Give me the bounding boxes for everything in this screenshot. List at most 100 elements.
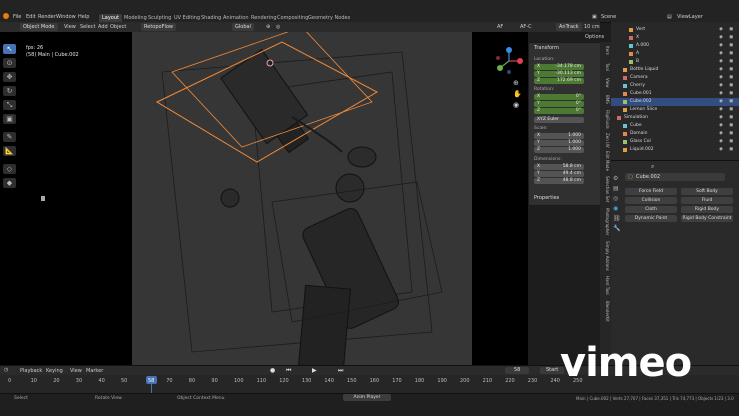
props-tab-physics-icon[interactable]: ◉ — [613, 205, 618, 212]
outliner-row[interactable]: Domain ◉ ▣ — [611, 130, 739, 138]
tab-photographer[interactable]: Photographer — [601, 206, 610, 238]
outliner-row[interactable]: Camera ◉ ▣ — [611, 74, 739, 82]
visibility-eye-icon[interactable]: ◉ — [719, 114, 723, 122]
dynamic-paint-button[interactable]: Dynamic Paint — [625, 215, 677, 222]
render-camera-icon[interactable]: ▣ — [729, 50, 733, 58]
visibility-eye-icon[interactable]: ◉ — [719, 74, 723, 82]
render-camera-icon[interactable]: ▣ — [729, 82, 733, 90]
tab-item[interactable]: Item — [601, 44, 610, 58]
visibility-eye-icon[interactable]: ◉ — [719, 130, 723, 138]
force-field-button[interactable]: Force Field — [625, 188, 677, 195]
scale-z-field[interactable]: Z 1.000 — [534, 147, 584, 153]
render-camera-icon[interactable]: ▣ — [729, 42, 733, 50]
render-camera-icon[interactable]: ▣ — [729, 122, 733, 130]
outliner-row[interactable]: Cube ◉ ▣ — [611, 122, 739, 130]
outliner-row[interactable]: Cherry ◉ ▣ — [611, 82, 739, 90]
visibility-eye-icon[interactable]: ◉ — [719, 50, 723, 58]
menu-render[interactable]: Render — [38, 14, 56, 20]
visibility-eye-icon[interactable]: ◉ — [719, 26, 723, 34]
location-z-field[interactable]: Z 172.69 cm — [534, 78, 584, 84]
add-cube-tool-icon[interactable]: ◇ — [3, 164, 16, 174]
tab-hard-tool[interactable]: Hard Tool — [601, 274, 610, 296]
scene-selector[interactable]: Scene — [601, 14, 616, 20]
props-tab-render-icon[interactable]: ▤ — [613, 185, 619, 192]
outliner-row[interactable]: Liquid.002 ◉ ▣ — [611, 146, 739, 154]
snap-icon[interactable]: ⊕ — [266, 24, 270, 30]
tab-simply-addons[interactable]: Simply Addons — [601, 240, 610, 272]
props-tab-tool-icon[interactable]: ⚙ — [613, 175, 618, 182]
search-icon[interactable]: ⌕ — [651, 163, 654, 171]
tab-flipfluids[interactable]: FlipFluids — [601, 108, 610, 130]
outliner-row[interactable]: X ◉ ▣ — [611, 34, 739, 42]
blender-logo-icon[interactable] — [3, 13, 9, 19]
visibility-eye-icon[interactable]: ◉ — [719, 90, 723, 98]
timeline-editor-icon[interactable]: ◷ — [4, 367, 8, 373]
render-camera-icon[interactable]: ▣ — [729, 106, 733, 114]
dimension-y-field[interactable]: Y 49.4 cm — [534, 171, 584, 177]
render-camera-icon[interactable]: ▣ — [729, 66, 733, 74]
location-y-field[interactable]: Y -30.113 cm — [534, 71, 584, 77]
visibility-eye-icon[interactable]: ◉ — [719, 58, 723, 66]
visibility-eye-icon[interactable]: ◉ — [719, 66, 723, 74]
render-camera-icon[interactable]: ▣ — [729, 146, 733, 154]
visibility-eye-icon[interactable]: ◉ — [719, 42, 723, 50]
current-frame-field[interactable]: 58 — [505, 367, 529, 374]
visibility-eye-icon[interactable]: ◉ — [719, 146, 723, 154]
af-button[interactable]: AF — [497, 24, 503, 30]
scale-tool-icon[interactable]: ⤡ — [3, 100, 16, 110]
rotation-x-field[interactable]: X 0° — [534, 94, 584, 100]
select-tool-icon[interactable]: ↖ — [3, 44, 16, 54]
scene-icon[interactable]: ▣ — [592, 14, 597, 20]
menu-add[interactable]: Add — [98, 24, 108, 30]
outliner-row[interactable]: Cube.002 ◉ ▣ — [611, 98, 739, 106]
tab-geometry-nodes[interactable]: Geometry Nodes — [305, 14, 353, 22]
camera-view-icon[interactable]: ◉ — [513, 101, 519, 109]
tab-sculpting[interactable]: Sculpting — [145, 14, 174, 22]
proportional-icon[interactable]: ◎ — [276, 24, 280, 30]
menu-window[interactable]: Window — [56, 14, 76, 20]
tab-view[interactable]: View — [601, 76, 610, 90]
zoom-icon[interactable]: ⊕ — [513, 79, 519, 87]
props-tab-object-icon[interactable]: ◎ — [613, 195, 618, 202]
tab-selection-set[interactable]: Selection Set — [601, 174, 610, 204]
outliner-row[interactable]: Simulation ◉ ▣ — [611, 114, 739, 122]
af-c-button[interactable]: AF-C — [520, 24, 532, 30]
anim-player-badge[interactable]: Anim Player — [343, 394, 391, 401]
menu-object[interactable]: Object — [110, 24, 126, 30]
cursor-tool-icon[interactable]: ⊙ — [3, 58, 16, 68]
timeline-view-menu[interactable]: View — [70, 368, 82, 374]
navigation-gizmo[interactable] — [494, 46, 524, 76]
3d-viewport[interactable] — [132, 32, 472, 365]
antrack-button[interactable]: AnTrack — [556, 23, 582, 31]
mode-dropdown[interactable]: Object Mode — [20, 23, 58, 31]
record-icon[interactable]: ● — [270, 367, 275, 374]
visibility-eye-icon[interactable]: ◉ — [719, 106, 723, 114]
rotation-y-field[interactable]: Y 0° — [534, 101, 584, 107]
pan-icon[interactable]: ✋ — [513, 90, 522, 98]
rigid-body-constraint-button[interactable]: Rigid Body Constraint — [681, 215, 733, 222]
menu-file[interactable]: File — [13, 14, 21, 20]
jump-end-icon[interactable]: ⏭ — [338, 367, 343, 375]
visibility-eye-icon[interactable]: ◉ — [719, 122, 723, 130]
options-dropdown[interactable]: Options — [585, 34, 604, 40]
tab-zen-uv[interactable]: Zen UV — [601, 132, 610, 148]
cloth-button[interactable]: Cloth — [625, 206, 677, 213]
timeline-marker-menu[interactable]: Marker — [86, 368, 103, 374]
timeline-keying-menu[interactable]: Keying — [46, 368, 63, 374]
rotation-z-field[interactable]: Z 0° — [534, 108, 584, 114]
rotation-mode-dropdown[interactable]: XYZ Euler — [534, 117, 584, 123]
menu-select[interactable]: Select — [80, 24, 95, 30]
play-icon[interactable]: ▶ — [312, 367, 317, 374]
scale-x-field[interactable]: X 1.000 — [534, 133, 584, 139]
tab-blenderkit[interactable]: BlenderKit — [601, 298, 610, 324]
tab-tool[interactable]: Tool — [601, 60, 610, 74]
visibility-eye-icon[interactable]: ◉ — [719, 138, 723, 146]
tab-bms[interactable]: BMS — [601, 92, 610, 106]
tab-animation[interactable]: Animation — [220, 14, 252, 22]
menu-view[interactable]: View — [64, 24, 76, 30]
add-shape-tool-icon[interactable]: ◆ — [3, 178, 16, 188]
measure-tool-icon[interactable]: 📐 — [3, 146, 16, 156]
props-tab-modifier-icon[interactable]: 🔧 — [613, 225, 620, 232]
visibility-eye-icon[interactable]: ◉ — [719, 98, 723, 106]
render-camera-icon[interactable]: ▣ — [729, 130, 733, 138]
